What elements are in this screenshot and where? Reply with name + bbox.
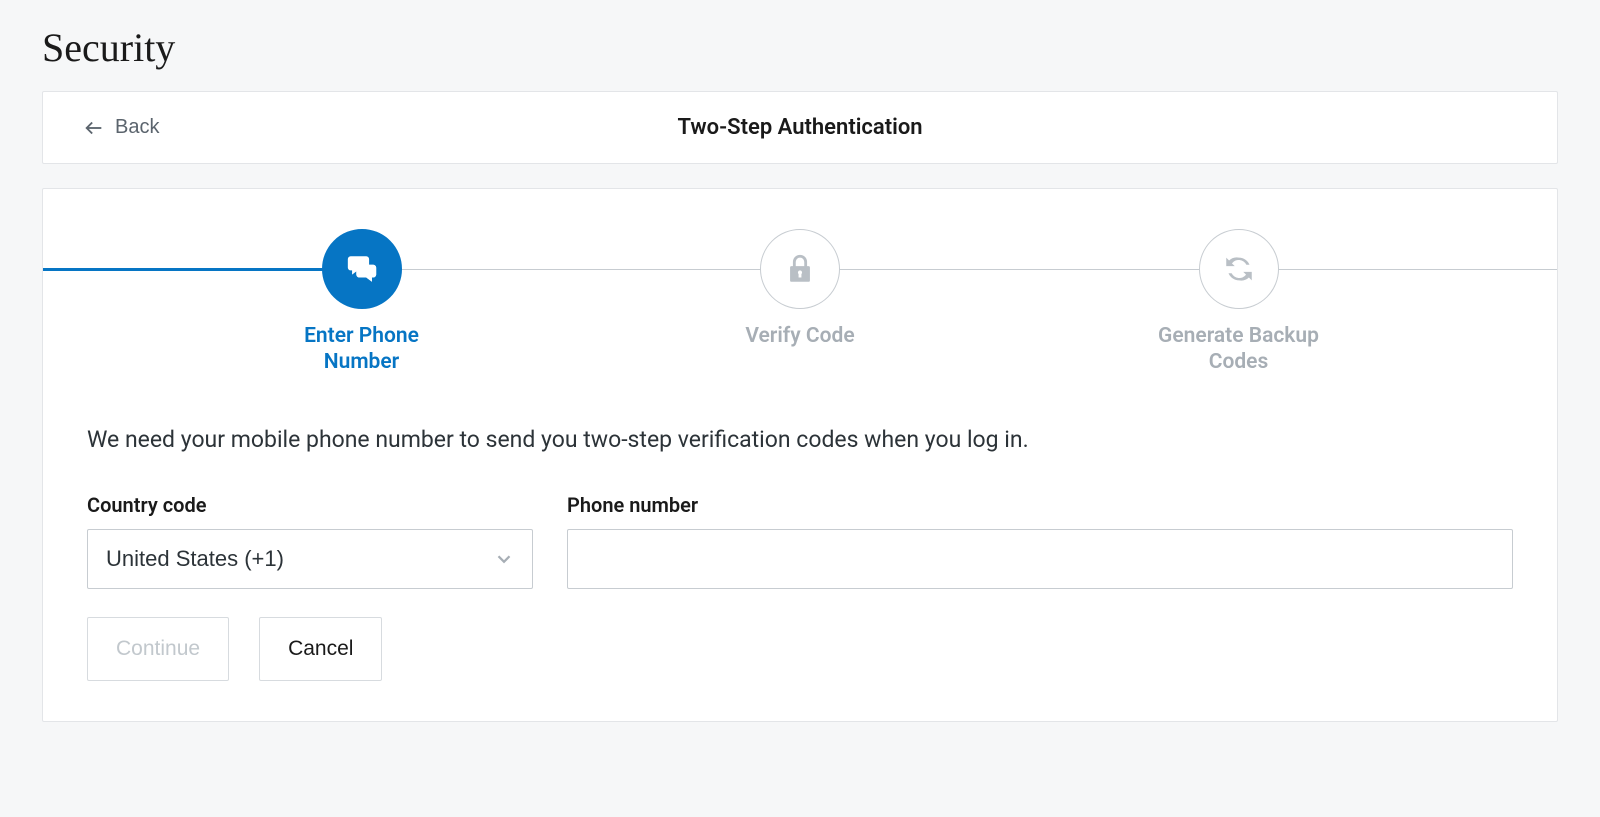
- step-backup-codes: Generate BackupCodes: [1119, 229, 1359, 376]
- step-label-2: Verify Code: [745, 323, 854, 349]
- back-button[interactable]: Back: [83, 116, 159, 139]
- step-circle-2: [760, 229, 840, 309]
- description-text: We need your mobile phone number to send…: [87, 426, 1513, 453]
- continue-button[interactable]: Continue: [87, 617, 229, 681]
- phone-label: Phone number: [567, 493, 1513, 517]
- page-title: Security: [0, 0, 1600, 91]
- sync-icon: [1222, 252, 1256, 286]
- step-verify-code: Verify Code: [680, 229, 920, 349]
- header-bar: Back Two-Step Authentication: [42, 91, 1558, 164]
- step-enter-phone: Enter PhoneNumber: [242, 229, 482, 376]
- phone-input[interactable]: [567, 529, 1513, 589]
- step-label-3: Generate BackupCodes: [1158, 323, 1319, 376]
- country-label: Country code: [87, 493, 533, 517]
- lock-icon: [783, 252, 817, 286]
- form-row: Country code United States (+1) Phone nu…: [87, 493, 1513, 589]
- chat-icon: [345, 252, 379, 286]
- wizard-content: We need your mobile phone number to send…: [43, 396, 1557, 681]
- step-label-1: Enter PhoneNumber: [304, 323, 419, 376]
- wizard-card: Enter PhoneNumber Verify Code Generate B…: [42, 188, 1558, 722]
- actions-row: Continue Cancel: [87, 617, 1513, 681]
- step-circle-1: [322, 229, 402, 309]
- country-group: Country code United States (+1): [87, 493, 533, 589]
- country-select[interactable]: United States (+1): [87, 529, 533, 589]
- step-circle-3: [1199, 229, 1279, 309]
- header-title: Two-Step Authentication: [677, 115, 922, 140]
- country-select-wrap: United States (+1): [87, 529, 533, 589]
- cancel-button[interactable]: Cancel: [259, 617, 382, 681]
- back-label: Back: [115, 116, 159, 139]
- stepper: Enter PhoneNumber Verify Code Generate B…: [43, 189, 1557, 396]
- arrow-left-icon: [83, 117, 105, 139]
- phone-group: Phone number: [567, 493, 1513, 589]
